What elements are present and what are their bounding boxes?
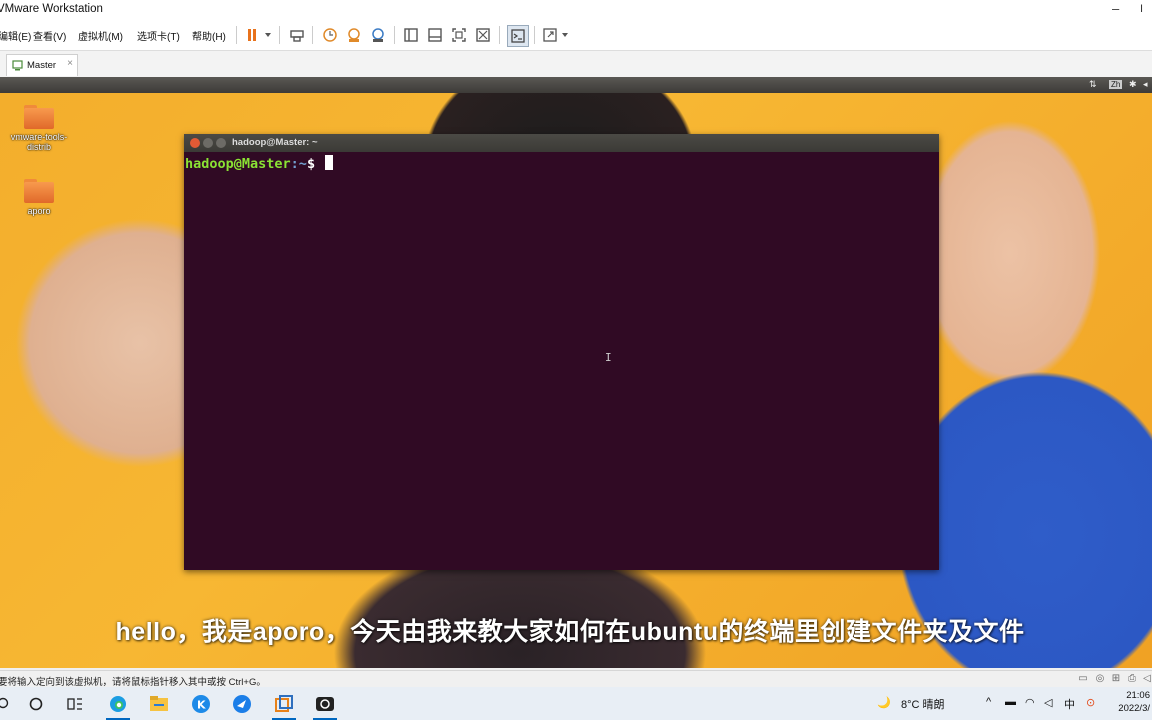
stretch-icon[interactable]: [541, 26, 571, 44]
file-explorer-icon[interactable]: [145, 691, 173, 717]
terminal-prompt[interactable]: hadoop@Master:~$: [185, 155, 334, 172]
clock-date: 2022/3/: [1118, 703, 1150, 714]
snapshot-icon[interactable]: [321, 26, 339, 44]
menu-help[interactable]: 帮助(H): [192, 28, 226, 43]
close-tab-icon[interactable]: ×: [67, 58, 73, 69]
menu-edit[interactable]: 编辑(E): [0, 28, 31, 43]
toolbar-separator: [499, 26, 500, 44]
weather-text[interactable]: 8°C 晴朗: [901, 696, 945, 712]
network-icon[interactable]: ⇅: [1089, 79, 1097, 90]
status-text: 要将输入定向到该虚拟机，请将鼠标指针移入其中或按 Ctrl+G。: [0, 677, 266, 688]
thumbnail-icon[interactable]: [426, 26, 444, 44]
tab-label: Master: [27, 60, 57, 71]
menubar: 编辑(E) 查看(V) 虚拟机(M) 选项卡(T) 帮助(H): [0, 20, 1152, 51]
cortana-icon[interactable]: [22, 691, 50, 717]
status-bar: 要将输入定向到该虚拟机，请将鼠标指针移入其中或按 Ctrl+G。 ▭ ◎ ⊞ ⎙…: [0, 670, 1152, 688]
folder-icon: [24, 179, 54, 203]
system-clock[interactable]: 21:06 2022/3/: [1118, 689, 1150, 715]
toolbar-separator: [236, 26, 237, 44]
windows-taskbar: K 🌙 8°C 晴朗 ^ ▬ ◠ ◁ 中 ⊙ 21:06 2022/3/: [0, 687, 1152, 720]
hdd-icon[interactable]: ▭: [1077, 673, 1089, 685]
input-method-indicator[interactable]: Zh: [1109, 80, 1123, 89]
printer-icon[interactable]: ⎙: [1126, 673, 1138, 685]
manage-snapshots-icon[interactable]: [369, 26, 387, 44]
svg-text:K: K: [197, 699, 206, 712]
close-icon[interactable]: [190, 138, 200, 148]
prompt-user: hadoop@Master: [185, 156, 291, 172]
feishu-icon[interactable]: [228, 691, 256, 717]
cd-icon[interactable]: ◎: [1094, 673, 1106, 685]
app-tray-icon[interactable]: ⊙: [1086, 696, 1095, 709]
unity-icon[interactable]: [474, 26, 492, 44]
revert-snapshot-icon[interactable]: [345, 26, 363, 44]
network-adapter-icon[interactable]: ⊞: [1110, 673, 1122, 685]
edge-browser-icon[interactable]: [104, 691, 132, 720]
text-cursor: [325, 155, 334, 170]
console-icon[interactable]: [507, 25, 529, 47]
terminal-titlebar[interactable]: hadoop@Master: ~: [184, 134, 939, 152]
tab-master[interactable]: Master ×: [6, 54, 78, 76]
desktop-icon-label: aporo: [27, 206, 51, 216]
send-ctrl-alt-del-icon[interactable]: [288, 26, 306, 44]
toolbar-separator: [394, 26, 395, 44]
sound-icon[interactable]: ◁: [1141, 673, 1152, 685]
window-titlebar: VMware Workstation – I: [0, 0, 1152, 20]
vm-top-panel: ⇅ Zh ✱ ◂: [0, 77, 1152, 93]
chevron-up-icon[interactable]: ^: [986, 696, 991, 708]
vmware-workstation-icon[interactable]: [270, 691, 298, 720]
tab-bar: Master ×: [0, 51, 1152, 78]
window-title: VMware Workstation: [0, 3, 103, 15]
mouse-ibeam-cursor: I: [605, 351, 612, 364]
video-subtitle: hello，我是aporo，今天由我来教大家如何在ubuntu的终端里创建文件夹…: [115, 618, 1025, 646]
moon-weather-icon[interactable]: 🌙: [877, 696, 891, 709]
toolbar-separator: [312, 26, 313, 44]
prompt-symbol: $: [306, 156, 324, 172]
menu-tabs[interactable]: 选项卡(T): [137, 28, 180, 43]
task-view-icon[interactable]: [61, 691, 89, 717]
minimize-icon[interactable]: –: [1112, 1, 1119, 16]
folder-icon: [24, 105, 54, 129]
terminal-title: hadoop@Master: ~: [232, 137, 318, 148]
input-method-icon[interactable]: 中: [1064, 696, 1075, 712]
close-button[interactable]: I: [1140, 3, 1143, 15]
volume-icon[interactable]: ◂: [1143, 79, 1148, 90]
desktop-folder-vmware-tools[interactable]: vmware-tools-distrib: [4, 105, 74, 152]
minimize-icon[interactable]: [203, 138, 213, 148]
toolbar-separator: [279, 26, 280, 44]
desktop-folder-aporo[interactable]: aporo: [4, 179, 74, 216]
pause-icon[interactable]: [244, 26, 274, 44]
battery-icon[interactable]: ▬: [1005, 696, 1016, 708]
menu-vm[interactable]: 虚拟机(M): [78, 28, 123, 43]
bluetooth-icon[interactable]: ✱: [1129, 79, 1137, 90]
vm-icon: [12, 60, 23, 71]
library-icon[interactable]: [402, 26, 420, 44]
screen-recorder-icon[interactable]: [311, 691, 339, 720]
toolbar-separator: [534, 26, 535, 44]
terminal-window[interactable]: hadoop@Master: ~ hadoop@Master:~$ I: [184, 134, 939, 570]
search-icon[interactable]: [0, 691, 18, 717]
fullscreen-icon[interactable]: [450, 26, 468, 44]
menu-view[interactable]: 查看(V): [33, 28, 66, 43]
prompt-path: :~: [290, 156, 307, 172]
wifi-icon[interactable]: ◠: [1025, 696, 1035, 709]
kugou-music-icon[interactable]: K: [187, 691, 215, 717]
clock-time: 21:06: [1126, 690, 1150, 701]
speaker-icon[interactable]: ◁: [1044, 696, 1052, 709]
desktop-icon-label: vmware-tools-distrib: [10, 132, 68, 152]
maximize-icon[interactable]: [216, 138, 226, 148]
